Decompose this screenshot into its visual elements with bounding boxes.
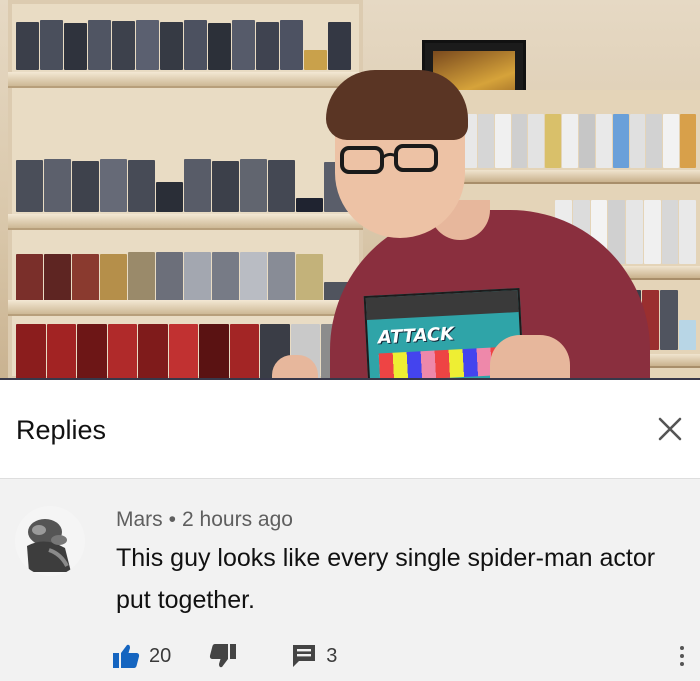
glasses bbox=[340, 144, 438, 174]
shelf-board bbox=[8, 214, 363, 230]
replies-title: Replies bbox=[16, 415, 107, 445]
person-hand-right bbox=[490, 335, 570, 380]
game-row-3 bbox=[16, 250, 351, 304]
reply-button[interactable]: 3 bbox=[291, 643, 337, 669]
avatar-image bbox=[15, 506, 85, 576]
comment-actions: 20 3 bbox=[112, 641, 337, 671]
like-count: 20 bbox=[149, 644, 172, 667]
shelf-board bbox=[8, 300, 363, 316]
comment-time: 2 hours ago bbox=[182, 508, 293, 531]
reply-count: 3 bbox=[326, 644, 338, 667]
video-progress-bar[interactable] bbox=[0, 378, 700, 380]
game-row-2 bbox=[16, 158, 351, 212]
close-button[interactable] bbox=[650, 409, 690, 449]
game-row-right-1 bbox=[461, 112, 697, 168]
avatar[interactable] bbox=[15, 506, 85, 576]
thumbs-down-icon bbox=[210, 644, 237, 668]
left-bookshelf bbox=[8, 0, 363, 380]
comment-meta: Mars • 2 hours ago bbox=[116, 508, 293, 532]
more-vertical-icon bbox=[680, 646, 684, 650]
like-button[interactable]: 20 bbox=[112, 643, 171, 669]
more-options-button[interactable] bbox=[672, 639, 692, 673]
meta-separator: • bbox=[168, 508, 177, 531]
game-box-title: ATTACK bbox=[377, 323, 455, 349]
person-hair bbox=[326, 70, 468, 140]
game-row-1 bbox=[16, 18, 351, 70]
thumbs-up-icon bbox=[113, 644, 140, 668]
replies-header: Replies bbox=[0, 382, 700, 479]
comment-item: Mars • 2 hours ago This guy looks like eve… bbox=[0, 479, 700, 681]
comment-icon bbox=[293, 645, 316, 667]
close-icon bbox=[658, 417, 682, 441]
dislike-button[interactable] bbox=[209, 643, 237, 669]
comment-author[interactable]: Mars bbox=[116, 508, 163, 531]
shelf-board bbox=[8, 72, 363, 88]
video-thumbnail[interactable]: ATTACK bbox=[0, 0, 700, 380]
comment-text: This guy looks like every single spider-… bbox=[116, 544, 656, 614]
shelf-board bbox=[455, 170, 700, 184]
